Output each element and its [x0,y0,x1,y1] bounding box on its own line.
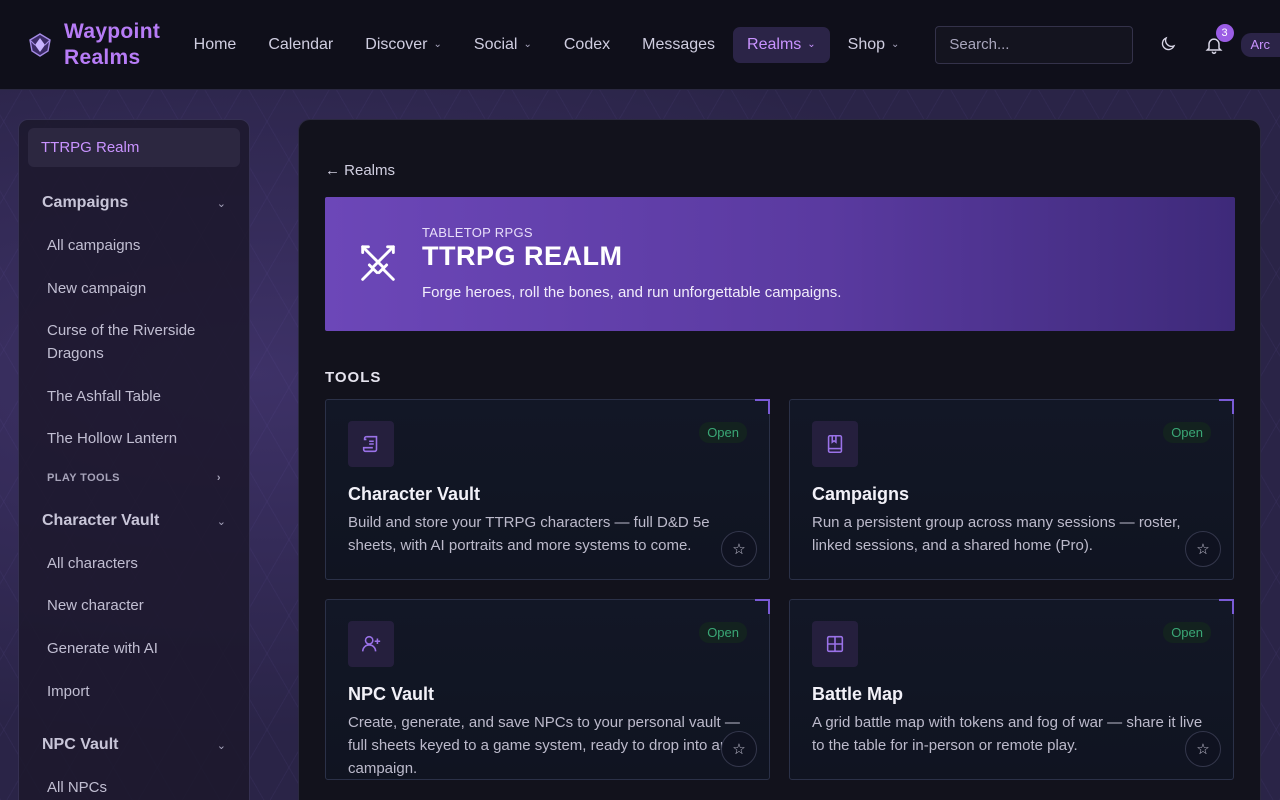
sidebar-item-new-character[interactable]: New character [28,594,240,617]
brand-name-line2: Realms [64,45,141,69]
sidebar: TTRPG Realm Campaigns ⌄ All campaigns Ne… [18,119,250,800]
status-badge: Open [699,422,747,443]
chevron-down-icon: ⌄ [523,39,532,50]
card-description: A grid battle map with tokens and fog of… [812,714,1203,754]
scroll-icon [348,421,394,467]
realm-hero-banner: TABLETOP RPGS TTRPG REALM Forge heroes, … [325,197,1235,331]
chevron-down-icon: ⌄ [216,515,226,528]
chevron-down-icon: ⌄ [807,39,816,50]
main-panel: ← Realms TABLETOP RPGS TTRPG REALM Forge… [298,119,1261,800]
nav-codex[interactable]: Codex [550,27,624,63]
status-badge: Open [1163,622,1211,643]
nav-discover-label: Discover [365,35,428,53]
user-plus-icon [348,621,394,667]
moon-icon [1162,36,1176,50]
tool-card-campaigns[interactable]: Open Campaigns Run a persistent group ac… [789,399,1234,580]
star-icon: ☆ [1196,541,1210,558]
nav-calendar-label: Calendar [268,35,334,53]
nav-calendar[interactable]: Calendar [254,27,347,63]
book-icon [812,421,858,467]
nav-realms-label: Realms [747,35,802,53]
favorite-star-button[interactable]: ☆ [721,731,757,767]
sidebar-section-label: Character Vault [42,512,160,529]
card-description: Create, generate, and save NPCs to your … [348,714,740,777]
favorite-star-button[interactable]: ☆ [721,531,757,567]
brand-name-line1: Waypoint [64,19,161,43]
nav-discover[interactable]: Discover ⌄ [351,27,456,63]
nav-shop-label: Shop [847,35,886,53]
sidebar-play-tools[interactable]: PLAY TOOLS › [28,472,240,484]
chevron-down-icon: ⌄ [433,39,442,50]
tool-card-character-vault[interactable]: Open Character Vault Build and store you… [325,399,770,580]
hero-eyebrow: TABLETOP RPGS [422,225,533,240]
brand-logo-icon [29,32,51,57]
star-icon: ☆ [732,541,746,558]
nav-home[interactable]: Home [180,27,251,63]
crossed-swords-icon [361,245,395,281]
back-to-realms-link[interactable]: ← Realms [325,162,395,179]
sidebar-item-new-campaign[interactable]: New campaign [28,277,240,300]
page-title: TTRPG REALM [422,241,623,271]
sidebar-item-campaign[interactable]: Curse of the Riverside Dragons [28,319,240,365]
theme-toggle-button[interactable] [1159,35,1177,55]
search-input[interactable] [935,25,1134,64]
sidebar-item-ttrpg-realm[interactable]: TTRPG Realm [28,128,240,167]
tool-card-npc-vault[interactable]: Open NPC Vault Create, generate, and sav… [325,599,770,780]
nav-social[interactable]: Social ⌄ [460,27,546,63]
grid-icon [812,621,858,667]
main-nav: Home Calendar Discover ⌄ Social ⌄ Codex Me… [180,26,918,63]
nav-messages-label: Messages [642,35,716,53]
star-icon: ☆ [732,741,746,758]
notification-count-badge: 3 [1215,23,1234,42]
sidebar-item-all-campaigns[interactable]: All campaigns [28,234,240,257]
status-badge: Open [699,622,747,643]
user-menu-chip[interactable]: Arc [1240,32,1280,57]
sidebar-item-campaign[interactable]: The Hollow Lantern [28,427,240,450]
chevron-down-icon: ⌄ [891,39,900,50]
nav-codex-label: Codex [563,35,611,53]
nav-social-label: Social [473,35,518,53]
card-title: Character Vault [348,484,481,504]
brand[interactable]: Waypoint Realms [26,19,180,71]
hero-description: Forge heroes, roll the bones, and run un… [422,284,842,301]
tools-heading: TOOLS [325,369,382,386]
notifications-button[interactable]: 3 [1204,23,1234,55]
sidebar-item-all-npcs[interactable]: All NPCs [28,776,240,799]
nav-home-label: Home [193,35,237,53]
favorite-star-button[interactable]: ☆ [1185,531,1221,567]
sidebar-section-character-vault[interactable]: Character Vault ⌄ [28,510,240,532]
nav-realms[interactable]: Realms ⌄ [733,26,830,63]
card-title: Battle Map [812,684,904,704]
favorite-star-button[interactable]: ☆ [1185,731,1221,767]
nav-messages[interactable]: Messages [628,27,729,63]
sidebar-item-generate-ai[interactable]: Generate with AI [28,637,240,660]
chevron-right-icon: › [216,472,221,484]
top-navigation-bar: Waypoint Realms Home Calendar Discover ⌄ … [0,0,1280,90]
play-tools-label: PLAY TOOLS [47,472,120,484]
chevron-down-icon: ⌄ [216,739,226,752]
card-description: Run a persistent group across many sessi… [812,514,1181,554]
card-title: NPC Vault [348,684,435,704]
sidebar-item-campaign[interactable]: The Ashfall Table [28,385,240,408]
sidebar-section-label: Campaigns [42,194,129,211]
sidebar-item-import[interactable]: Import [28,680,240,703]
sidebar-section-npc-vault[interactable]: NPC Vault ⌄ [28,734,240,756]
sidebar-section-label: NPC Vault [42,736,119,753]
chevron-down-icon: ⌄ [216,197,226,210]
nav-shop[interactable]: Shop ⌄ [834,27,914,63]
card-description: Build and store your TTRPG characters — … [348,514,710,554]
card-title: Campaigns [812,484,910,504]
star-icon: ☆ [1196,741,1210,758]
status-badge: Open [1163,422,1211,443]
sidebar-item-all-characters[interactable]: All characters [28,552,240,575]
sidebar-section-campaigns[interactable]: Campaigns ⌄ [28,192,240,214]
tool-card-battle-map[interactable]: Open Battle Map A grid battle map with t… [789,599,1234,780]
